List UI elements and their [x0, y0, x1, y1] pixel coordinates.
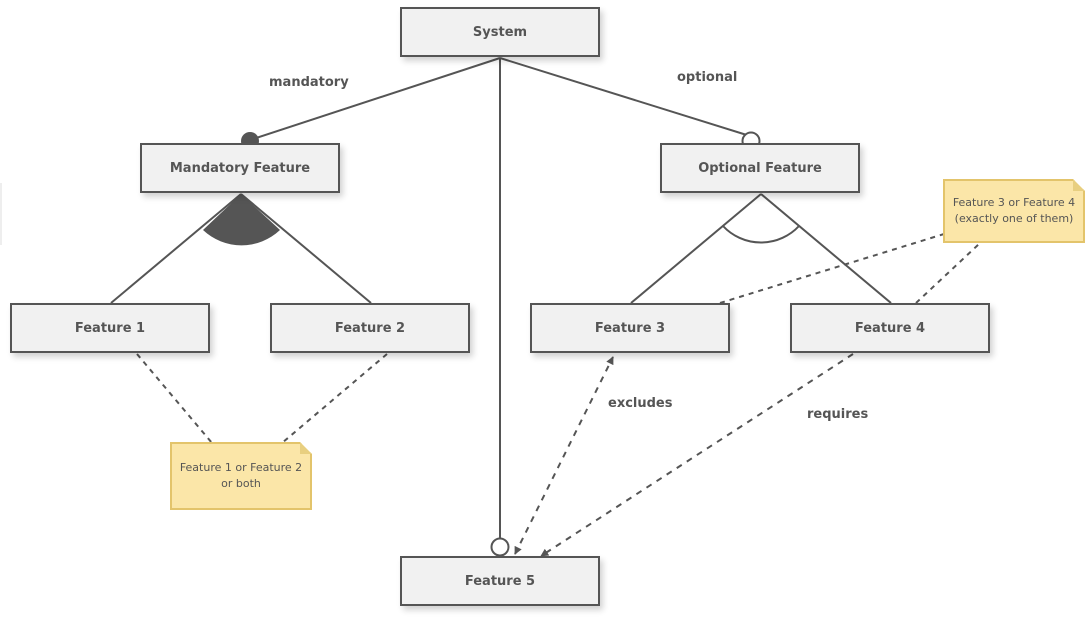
- node-mandatory-feature[interactable]: Mandatory Feature: [140, 143, 340, 193]
- node-feature3[interactable]: Feature 3: [530, 303, 730, 353]
- node-feature4-label: Feature 4: [854, 320, 926, 336]
- edge-label-mandatory: mandatory: [269, 75, 349, 90]
- edge-label-requires: requires: [807, 407, 869, 422]
- xor-edge-feature4: [760, 193, 892, 304]
- mandatory-edge: [249, 57, 501, 141]
- note-xor-group[interactable]: Feature 3 or Feature 4 (exactly one of t…: [943, 179, 1085, 243]
- or-edge-feature1: [110, 193, 242, 304]
- note-xor-group-line2: (exactly one of them): [954, 212, 1074, 225]
- or-edge-feature2: [240, 193, 372, 304]
- note-connector-feature2: [281, 353, 388, 444]
- note-or-group[interactable]: Feature 1 or Feature 2 or both: [170, 442, 312, 510]
- feature5-hollow-circle-icon: [490, 537, 510, 557]
- node-feature5[interactable]: Feature 5: [400, 556, 600, 606]
- xor-group-hollow-arc-icon: [722, 225, 800, 244]
- node-feature1-label: Feature 1: [74, 320, 146, 336]
- note-connector-feature3: [719, 233, 945, 304]
- node-mandatory-feature-label: Mandatory Feature: [169, 160, 311, 176]
- xor-edge-feature3: [630, 193, 762, 304]
- node-feature3-label: Feature 3: [594, 320, 666, 336]
- node-optional-feature-label: Optional Feature: [698, 160, 822, 176]
- note-connector-feature1: [136, 353, 213, 444]
- note-or-group-line1: Feature 1 or Feature 2: [179, 461, 303, 474]
- edge-label-excludes: excludes: [608, 396, 673, 411]
- node-system-label: System: [472, 24, 528, 40]
- or-group-filled-arc-icon: [203, 194, 280, 246]
- requires-arrow: [540, 353, 854, 557]
- node-feature4[interactable]: Feature 4: [790, 303, 990, 353]
- node-system[interactable]: System: [400, 7, 600, 57]
- note-xor-group-line1: Feature 3 or Feature 4: [952, 196, 1076, 209]
- node-optional-feature[interactable]: Optional Feature: [660, 143, 860, 193]
- excludes-arrow: [514, 356, 614, 555]
- edge-label-optional: optional: [677, 70, 738, 85]
- node-feature5-label: Feature 5: [464, 573, 536, 589]
- edge-fragment: [0, 183, 2, 245]
- note-connector-feature4: [915, 243, 980, 304]
- node-feature2[interactable]: Feature 2: [270, 303, 470, 353]
- note-or-group-line2: or both: [221, 477, 261, 490]
- node-feature2-label: Feature 2: [334, 320, 406, 336]
- node-feature1[interactable]: Feature 1: [10, 303, 210, 353]
